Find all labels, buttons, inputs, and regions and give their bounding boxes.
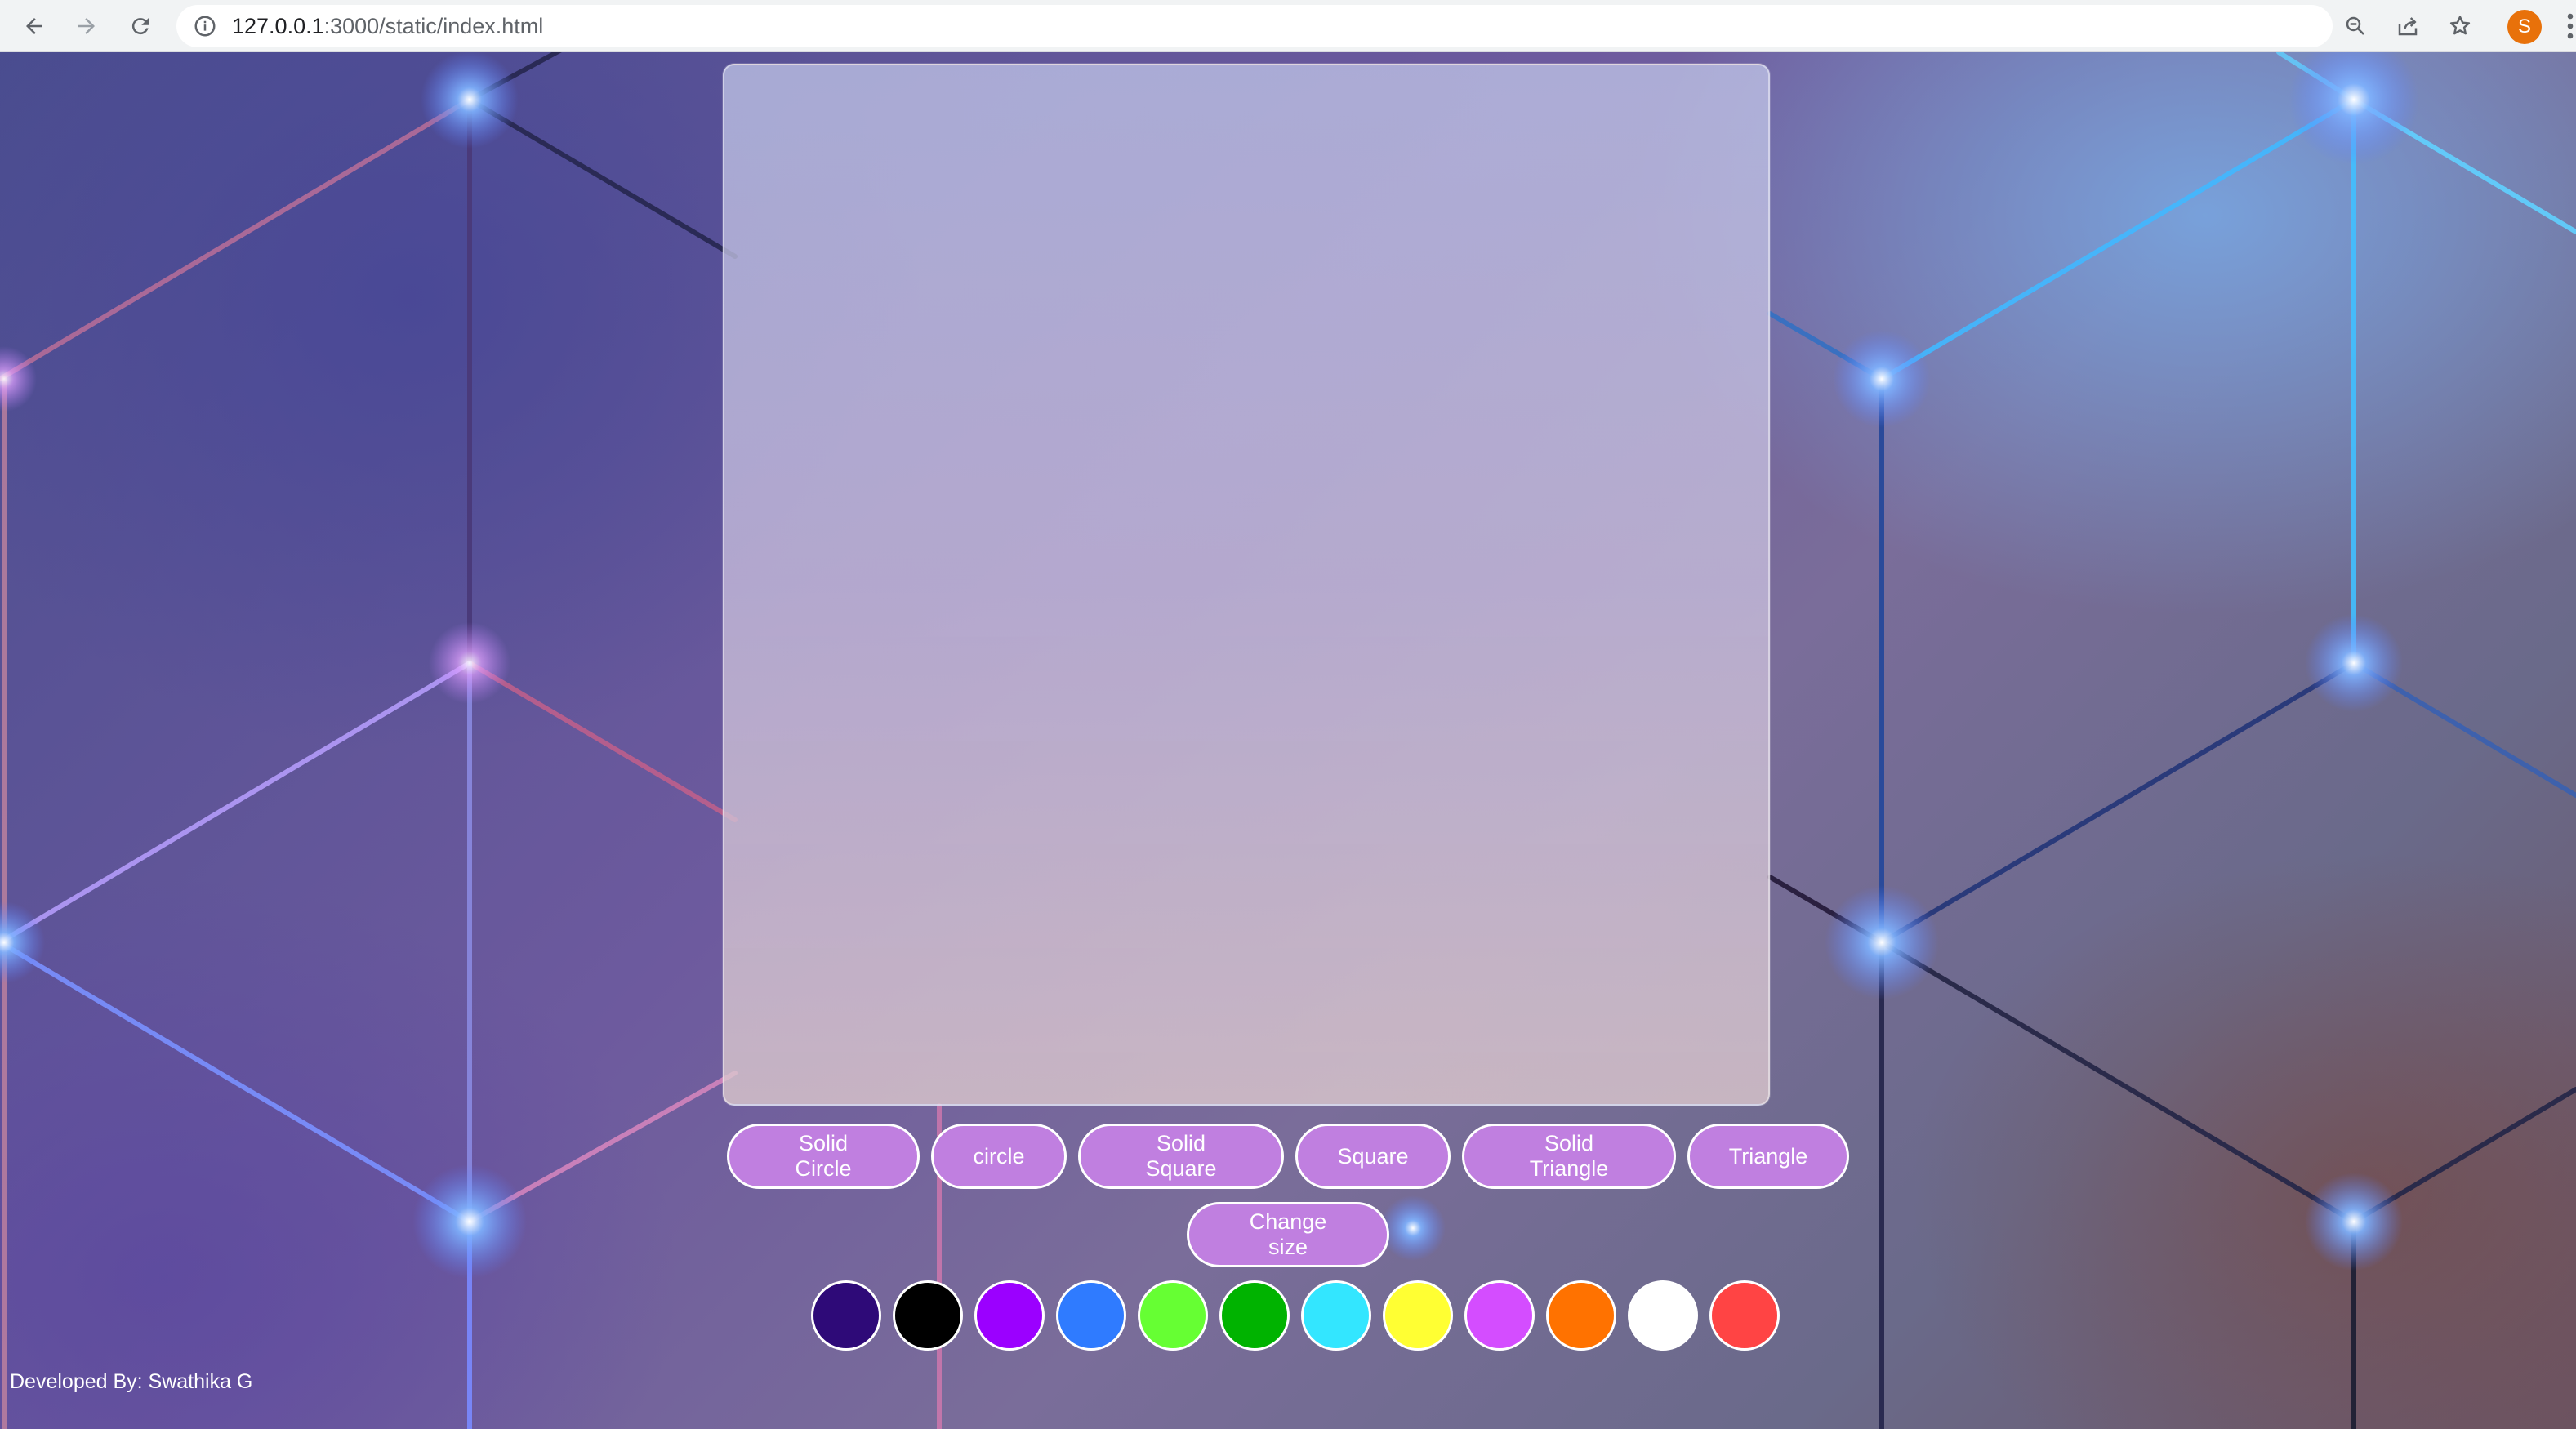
triangle-button[interactable]: Triangle [1687, 1124, 1849, 1189]
reload-icon [131, 18, 149, 35]
zoom-icon [2346, 16, 2364, 35]
color-swatch[interactable] [1138, 1280, 1208, 1351]
color-swatch[interactable] [1628, 1280, 1698, 1351]
developer-credit: Developed By: Swathika G [10, 1370, 253, 1393]
solid-square-button[interactable]: Solid Square [1078, 1124, 1284, 1189]
reload-button[interactable] [123, 8, 158, 44]
star-icon [2449, 16, 2471, 35]
browser-toolbar: 127.0.0.1:3000/static/index.html S [0, 0, 2576, 52]
color-swatch[interactable] [1709, 1280, 1780, 1351]
page-body: Solid Circle circle Solid Square Square … [0, 52, 2576, 1429]
solid-circle-button[interactable]: Solid Circle [727, 1124, 920, 1189]
info-icon[interactable] [193, 14, 217, 38]
color-swatch[interactable] [1383, 1280, 1453, 1351]
forward-button[interactable] [69, 8, 105, 44]
color-swatch[interactable] [1546, 1280, 1616, 1351]
drawing-canvas[interactable] [723, 64, 1770, 1106]
bookmark-button[interactable] [2444, 10, 2476, 42]
color-swatch[interactable] [974, 1280, 1045, 1351]
solid-triangle-button[interactable]: Solid Triangle [1462, 1124, 1676, 1189]
color-swatch[interactable] [811, 1280, 881, 1351]
back-icon [26, 18, 42, 34]
zoom-button[interactable] [2339, 10, 2372, 42]
circle-button[interactable]: circle [931, 1124, 1067, 1189]
back-button[interactable] [16, 8, 52, 44]
url-text[interactable]: 127.0.0.1:3000/static/index.html [232, 5, 543, 47]
forward-icon [78, 18, 95, 34]
share-button[interactable] [2391, 10, 2424, 42]
share-icon [2398, 17, 2418, 36]
color-palette [0, 1280, 2576, 1352]
size-button-row: Change size [0, 1202, 2576, 1271]
color-swatch[interactable] [1464, 1280, 1535, 1351]
color-swatch[interactable] [1056, 1280, 1126, 1351]
profile-avatar[interactable]: S [2507, 10, 2542, 44]
square-button[interactable]: Square [1295, 1124, 1451, 1189]
color-swatch[interactable] [893, 1280, 963, 1351]
shape-button-row: Solid Circle circle Solid Square Square … [0, 1124, 2576, 1192]
color-swatch[interactable] [1219, 1280, 1290, 1351]
change-size-button[interactable]: Change size [1187, 1202, 1389, 1267]
address-bar[interactable]: 127.0.0.1:3000/static/index.html [176, 5, 2333, 47]
menu-icon[interactable] [2565, 11, 2576, 41]
color-swatch[interactable] [1301, 1280, 1371, 1351]
